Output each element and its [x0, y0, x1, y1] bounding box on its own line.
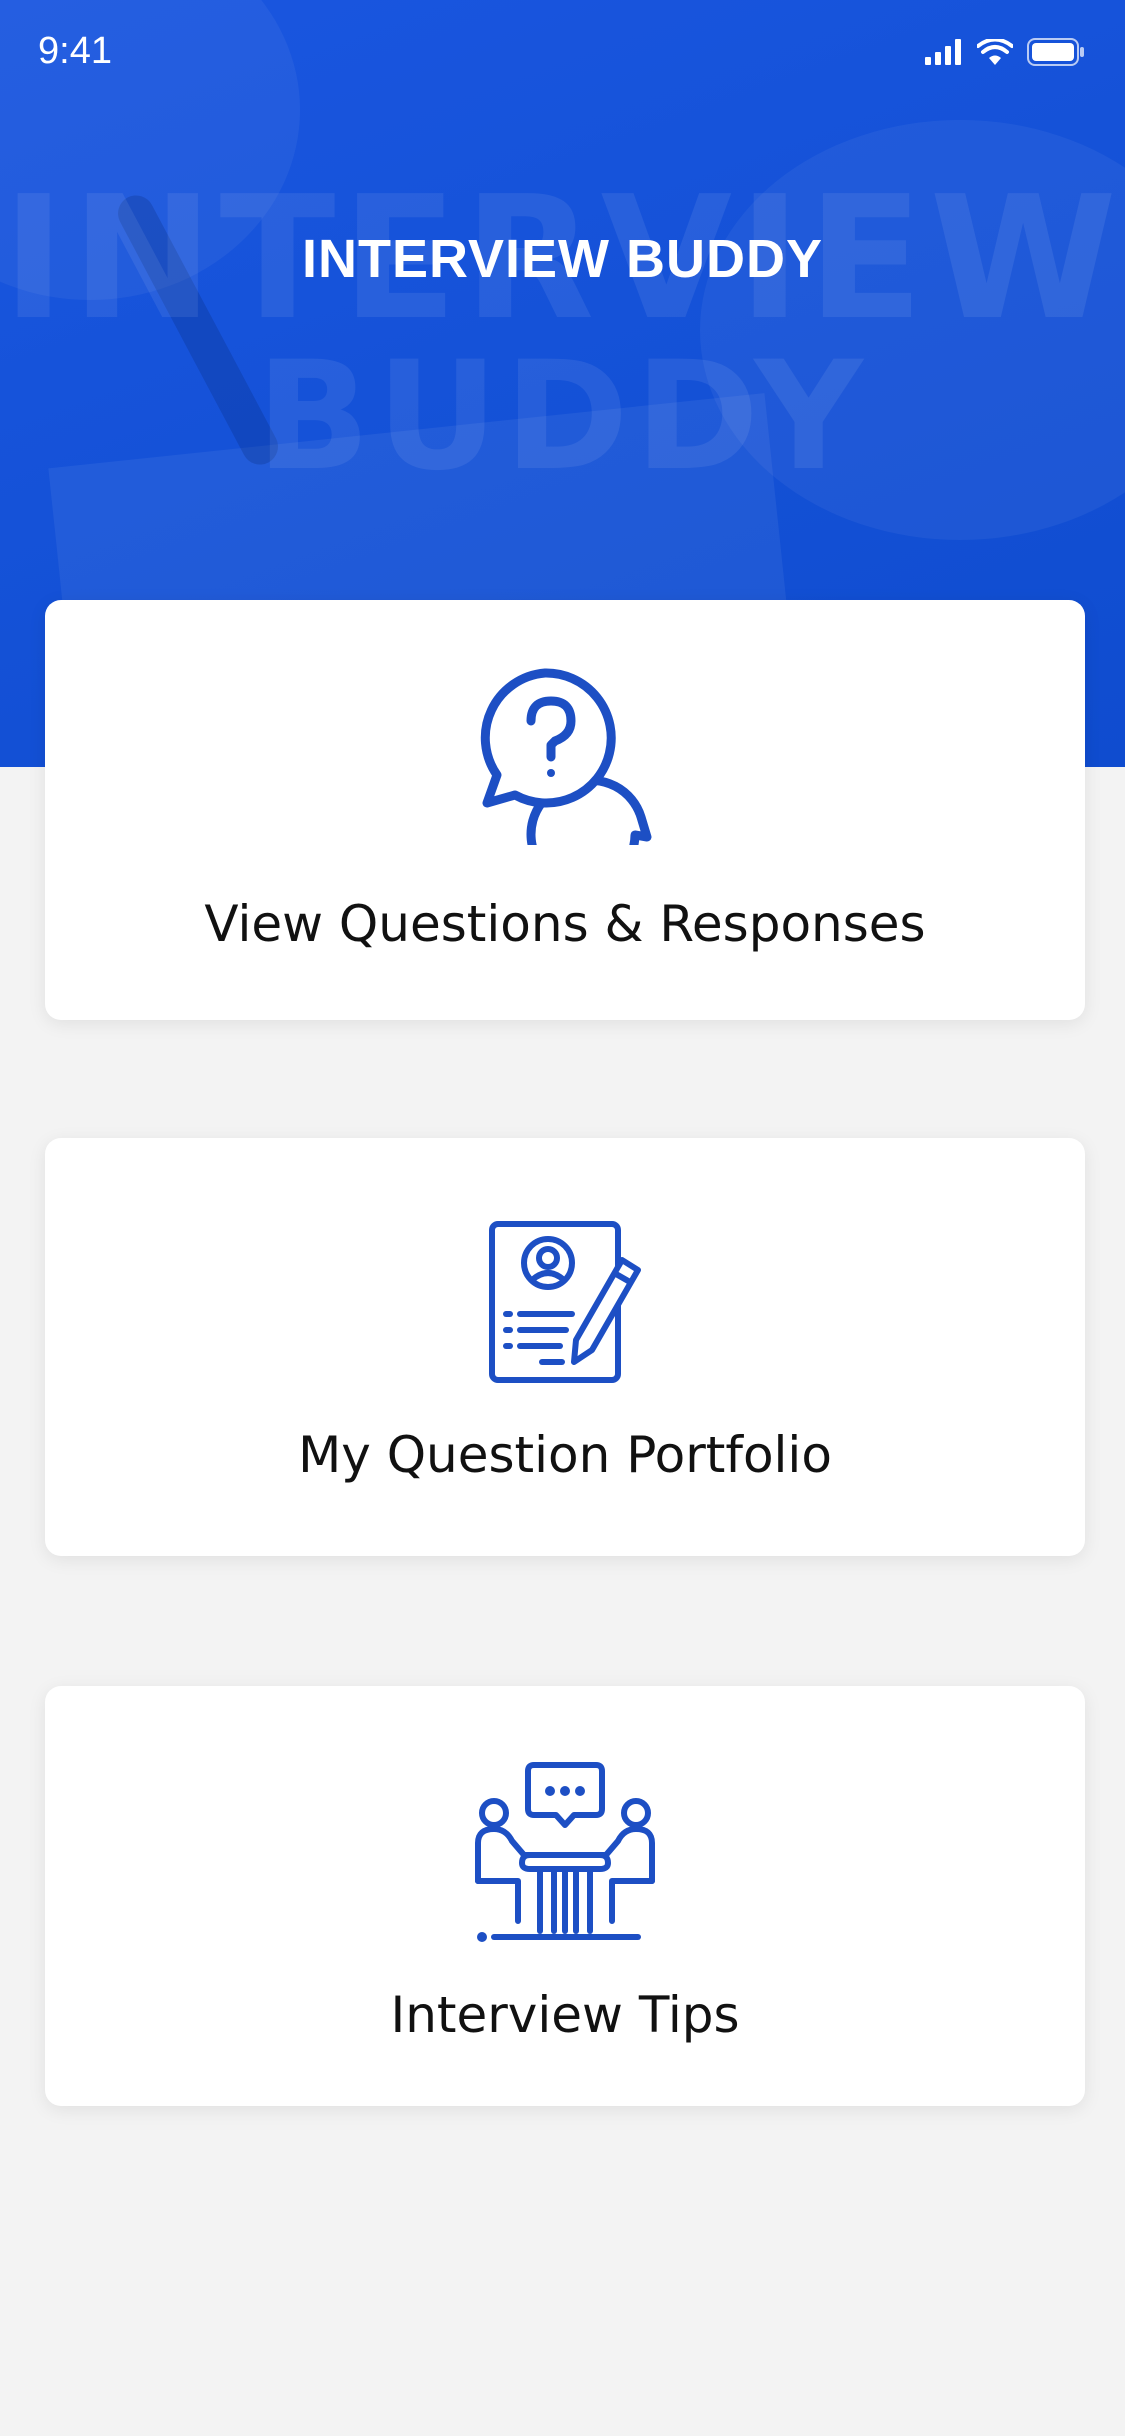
- portfolio-document-icon: [480, 1218, 650, 1393]
- signal-icon: [925, 39, 961, 65]
- question-portfolio-label: My Question Portfolio: [298, 1426, 832, 1484]
- app-title: INTERVIEW BUDDY: [301, 229, 824, 289]
- interview-tips-label: Interview Tips: [390, 1986, 740, 2044]
- wifi-icon: [977, 39, 1013, 65]
- watermark-text: BUDDY: [256, 330, 869, 504]
- question-chat-icon: [475, 665, 655, 891]
- view-questions-label: View Questions & Responses: [204, 895, 926, 953]
- view-questions-card[interactable]: View Questions & Responses: [45, 600, 1085, 1020]
- question-portfolio-card[interactable]: My Question Portfolio: [45, 1138, 1085, 1556]
- interview-meeting-icon: [470, 1761, 660, 1956]
- interview-tips-card[interactable]: Interview Tips: [45, 1686, 1085, 2106]
- status-bar: 9:41: [0, 0, 1125, 108]
- battery-icon: [1027, 38, 1084, 66]
- status-icons: [925, 38, 1085, 66]
- status-time: 9:41: [38, 30, 112, 72]
